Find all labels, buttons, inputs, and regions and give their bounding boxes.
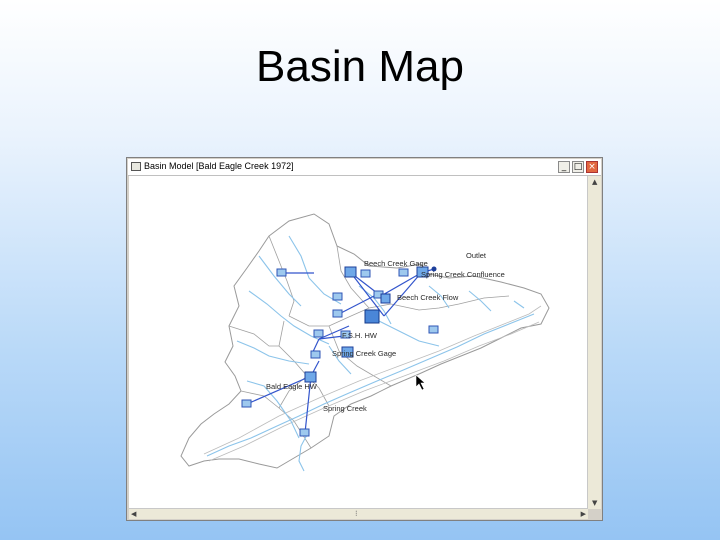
watershed-boundary — [180, 213, 550, 469]
subbasin-icon — [241, 399, 252, 408]
junction-icon — [344, 266, 357, 278]
scroll-grip-icon[interactable]: ⁝ — [355, 509, 358, 518]
subbasin-icon — [428, 325, 439, 334]
horizontal-scrollbar[interactable]: ◀ ⁝ ▶ — [129, 508, 588, 519]
reservoir-icon — [364, 309, 380, 324]
junction-icon — [304, 371, 317, 383]
label-bald-eagle-hw: Bald Eagle HW — [266, 382, 318, 391]
label-beech-creek-gage: Beech Creek Gage — [364, 259, 428, 268]
basin-map: Outlet Beech Creek Gage Spring Creek Con… — [180, 213, 550, 472]
subbasin-icon — [360, 269, 371, 278]
maximize-button[interactable]: □ — [572, 161, 584, 173]
slide-title: Basin Map — [256, 42, 464, 91]
window-titlebar[interactable]: Basin Model [Bald Eagle Creek 1972] _ □ … — [128, 159, 601, 176]
window-app-icon — [131, 162, 141, 171]
window-title: Basin Model [Bald Eagle Creek 1972] — [144, 161, 294, 171]
label-spring-creek: Spring Creek — [323, 404, 367, 413]
junction-icon — [380, 293, 391, 304]
close-button[interactable]: × — [586, 161, 598, 173]
label-beech-creek-flow: Beech Creek Flow — [397, 293, 459, 302]
scroll-down-arrow-icon[interactable]: ▼ — [592, 499, 597, 507]
label-spring-creek-gage: Spring Creek Gage — [332, 349, 396, 358]
subbasin-icon — [332, 309, 343, 318]
vertical-scrollbar[interactable]: ▲ ▼ — [587, 176, 601, 509]
basin-map-canvas[interactable]: Outlet Beech Creek Gage Spring Creek Con… — [129, 176, 588, 509]
label-spring-creek-confluence: Spring Creek Confluence — [421, 270, 505, 279]
subbasin-icon — [332, 292, 343, 301]
subbasin-icon — [299, 428, 310, 437]
minimize-button[interactable]: _ — [558, 161, 570, 173]
subbasin-icon — [313, 329, 324, 338]
subbasin-icon — [310, 350, 321, 359]
scroll-up-arrow-icon[interactable]: ▲ — [592, 178, 597, 186]
basin-model-window[interactable]: Basin Model [Bald Eagle Creek 1972] _ □ … — [126, 157, 603, 521]
mouse-cursor-icon — [415, 374, 426, 391]
label-fsh-hw: F.S.H. HW — [342, 331, 378, 340]
subbasin-icon — [276, 268, 287, 277]
label-outlet: Outlet — [466, 251, 487, 260]
subbasin-icon — [398, 268, 409, 277]
scroll-left-arrow-icon[interactable]: ◀ — [131, 510, 136, 518]
scroll-right-arrow-icon[interactable]: ▶ — [581, 510, 586, 518]
